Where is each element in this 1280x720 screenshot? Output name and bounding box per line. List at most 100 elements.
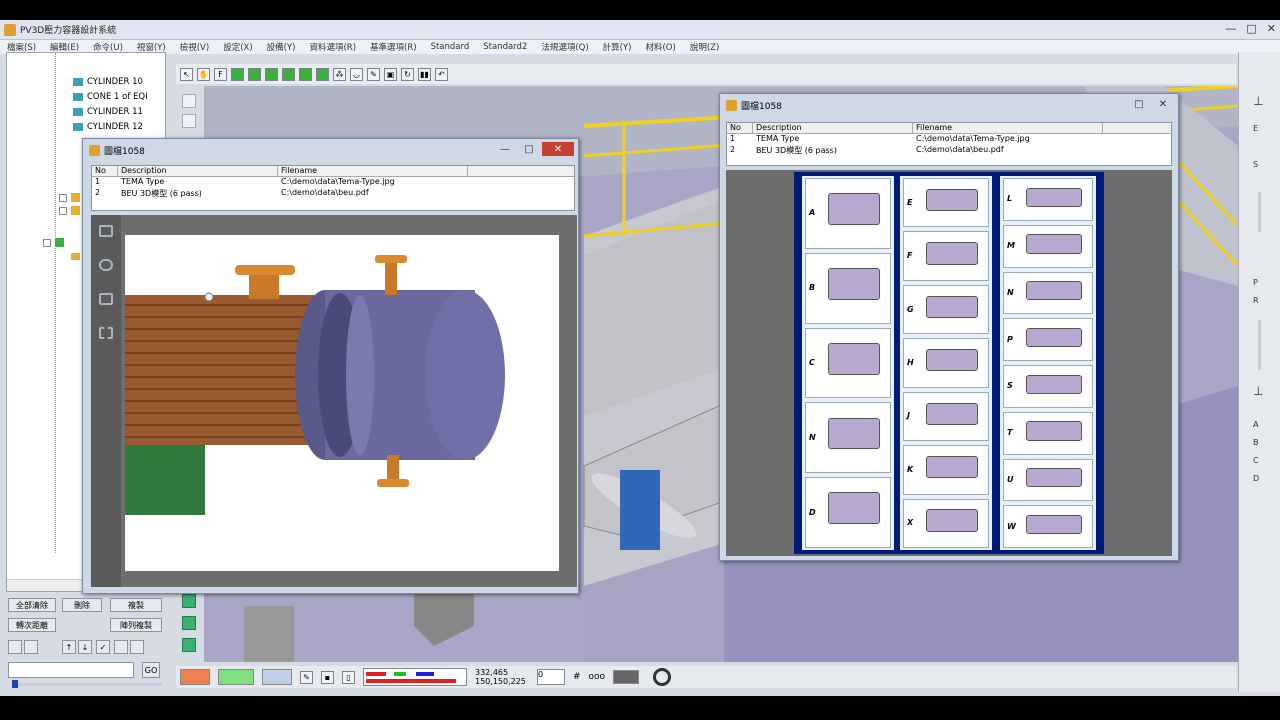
undo-icon[interactable]: ↶ [435,67,448,81]
pointer-icon[interactable]: ↖ [180,67,193,81]
slider-track[interactable] [12,683,162,686]
menu-material[interactable]: 材料(O) [638,41,682,53]
menu-standard[interactable]: Standard [424,42,477,52]
column-header[interactable]: Filename [278,166,468,176]
layer-button[interactable] [182,594,196,608]
3d-model-view[interactable] [125,235,559,571]
slider-track[interactable] [1258,320,1261,370]
minimize-button[interactable]: — [494,142,516,156]
page-icon[interactable] [114,640,128,654]
tree-item[interactable]: CYLINDER 11 [73,105,143,119]
color-swatch[interactable] [262,669,292,685]
image-viewer[interactable]: A B C N D E F G H J K X L M N P S T U W [726,170,1172,556]
hand-icon[interactable]: ✋ [197,67,210,81]
maximize-button[interactable]: □ [1246,22,1256,35]
menu-code-options[interactable]: 法規選項(Q) [534,41,595,53]
cube-icon[interactable] [248,67,261,81]
table-row[interactable]: 2 BEU 3D模型 (6 pass) C:\demo\data\beu.pdf [92,188,574,199]
arrow-down-icon[interactable]: ↓ [78,640,92,654]
color-swatch[interactable] [218,669,254,685]
table-row[interactable]: 1 TEMA Type C:\demo\data\Tema-Type.jpg [92,177,574,188]
doc-icon[interactable]: ▯ [342,670,355,684]
cube-icon[interactable] [265,67,278,81]
menu-settings[interactable]: 設定(X) [216,41,259,53]
pin-icon[interactable]: ⊥ [1253,384,1263,398]
batch-copy-button[interactable]: 陣列複製 [110,618,162,632]
io-button[interactable] [24,640,38,654]
column-header[interactable]: Description [118,166,278,176]
table-row[interactable]: 1 TEMA Type C:\demo\data\Tema-Type.jpg [727,134,1171,145]
tree-item[interactable]: CONE 1 of EQI [73,90,148,104]
cube-icon[interactable] [282,67,295,81]
cube-icon[interactable] [299,67,312,81]
pin-icon[interactable]: ⊥ [1253,94,1263,108]
column-header[interactable]: No [727,123,753,133]
letter-button[interactable]: D [1253,474,1259,483]
go-button[interactable]: GO [142,662,160,678]
column-header[interactable]: No [92,166,118,176]
table-row[interactable]: 2 BEU 3D模型 (6 pass) C:\demo\data\beu.pdf [727,145,1171,156]
menu-data-options[interactable]: 資料選項(R) [302,41,363,53]
tree-node-expander[interactable] [59,207,67,215]
column-header[interactable]: Filename [913,123,1103,133]
layers-icon[interactable] [99,293,113,305]
color-dropdown[interactable] [613,670,640,684]
edit-icon[interactable]: ✎ [300,670,313,684]
menu-equipment[interactable]: 設備(Y) [260,41,303,53]
letter-button[interactable]: P [1253,278,1258,287]
copy-button[interactable]: 複製 [110,598,162,612]
doc-icon[interactable] [130,640,144,654]
letter-button[interactable]: A [1253,420,1258,429]
command-input[interactable] [8,662,134,678]
close-button[interactable]: ✕ [1267,22,1276,35]
pages-icon[interactable] [99,225,113,237]
letter-button[interactable]: R [1253,296,1259,305]
tree-node-expander[interactable] [43,239,51,247]
menu-calculate[interactable]: 計算(Y) [596,41,639,53]
refresh-icon[interactable]: ↻ [401,67,414,81]
value-field[interactable]: 0 [537,669,565,685]
arrow-up-icon[interactable]: ↑ [62,640,76,654]
color-swatch[interactable] [180,669,210,685]
layer-indicator[interactable] [363,668,467,686]
slider-track[interactable] [1258,192,1261,232]
delete-button[interactable]: 刪除 [62,598,102,612]
model-tree-icon[interactable] [99,327,113,339]
dots-icon[interactable]: ooo [589,672,606,682]
close-button[interactable]: ✕ [1152,97,1174,111]
f-icon[interactable]: F [214,67,227,81]
tool-button[interactable] [182,114,196,128]
save-icon[interactable]: ▪ [321,670,334,684]
tree-node-expander[interactable] [59,194,67,202]
layer-button[interactable] [182,638,196,652]
minimize-button[interactable]: — [1225,22,1236,35]
maximize-button[interactable]: □ [1128,97,1150,111]
menu-standard2[interactable]: Standard2 [476,42,534,52]
column-header[interactable]: Description [753,123,913,133]
cup-icon[interactable]: ◡ [350,67,363,81]
menu-view[interactable]: 檢視(V) [173,41,216,53]
tree-item[interactable]: CYLINDER 10 [73,75,143,89]
tool-button[interactable] [182,94,196,108]
attachment-icon[interactable] [99,259,113,271]
letter-button[interactable]: B [1253,438,1259,447]
snap-icon[interactable]: # [573,672,581,682]
clear-all-button[interactable]: 全部清除 [8,598,56,612]
camera-icon[interactable]: ▣ [384,67,397,81]
io-button[interactable] [8,640,22,654]
cube-icon[interactable] [316,67,329,81]
molecule-icon[interactable]: ⁂ [333,67,346,81]
pdf-viewer[interactable] [91,215,577,587]
stop-icon[interactable]: ▮▮ [418,67,431,81]
pen-icon[interactable]: ✎ [367,67,380,81]
check-icon[interactable]: ✓ [96,640,110,654]
layer-button[interactable] [182,616,196,630]
record-icon[interactable] [653,668,672,686]
close-button[interactable]: ✕ [542,142,574,156]
slider-thumb[interactable] [12,680,18,688]
tree-item[interactable]: CYLINDER 12 [73,120,143,134]
cube-icon[interactable] [231,67,244,81]
menu-help[interactable]: 說明(Z) [683,41,726,53]
batch-button[interactable]: 轉次距離 [8,618,56,632]
letter-button[interactable]: E [1253,124,1258,133]
